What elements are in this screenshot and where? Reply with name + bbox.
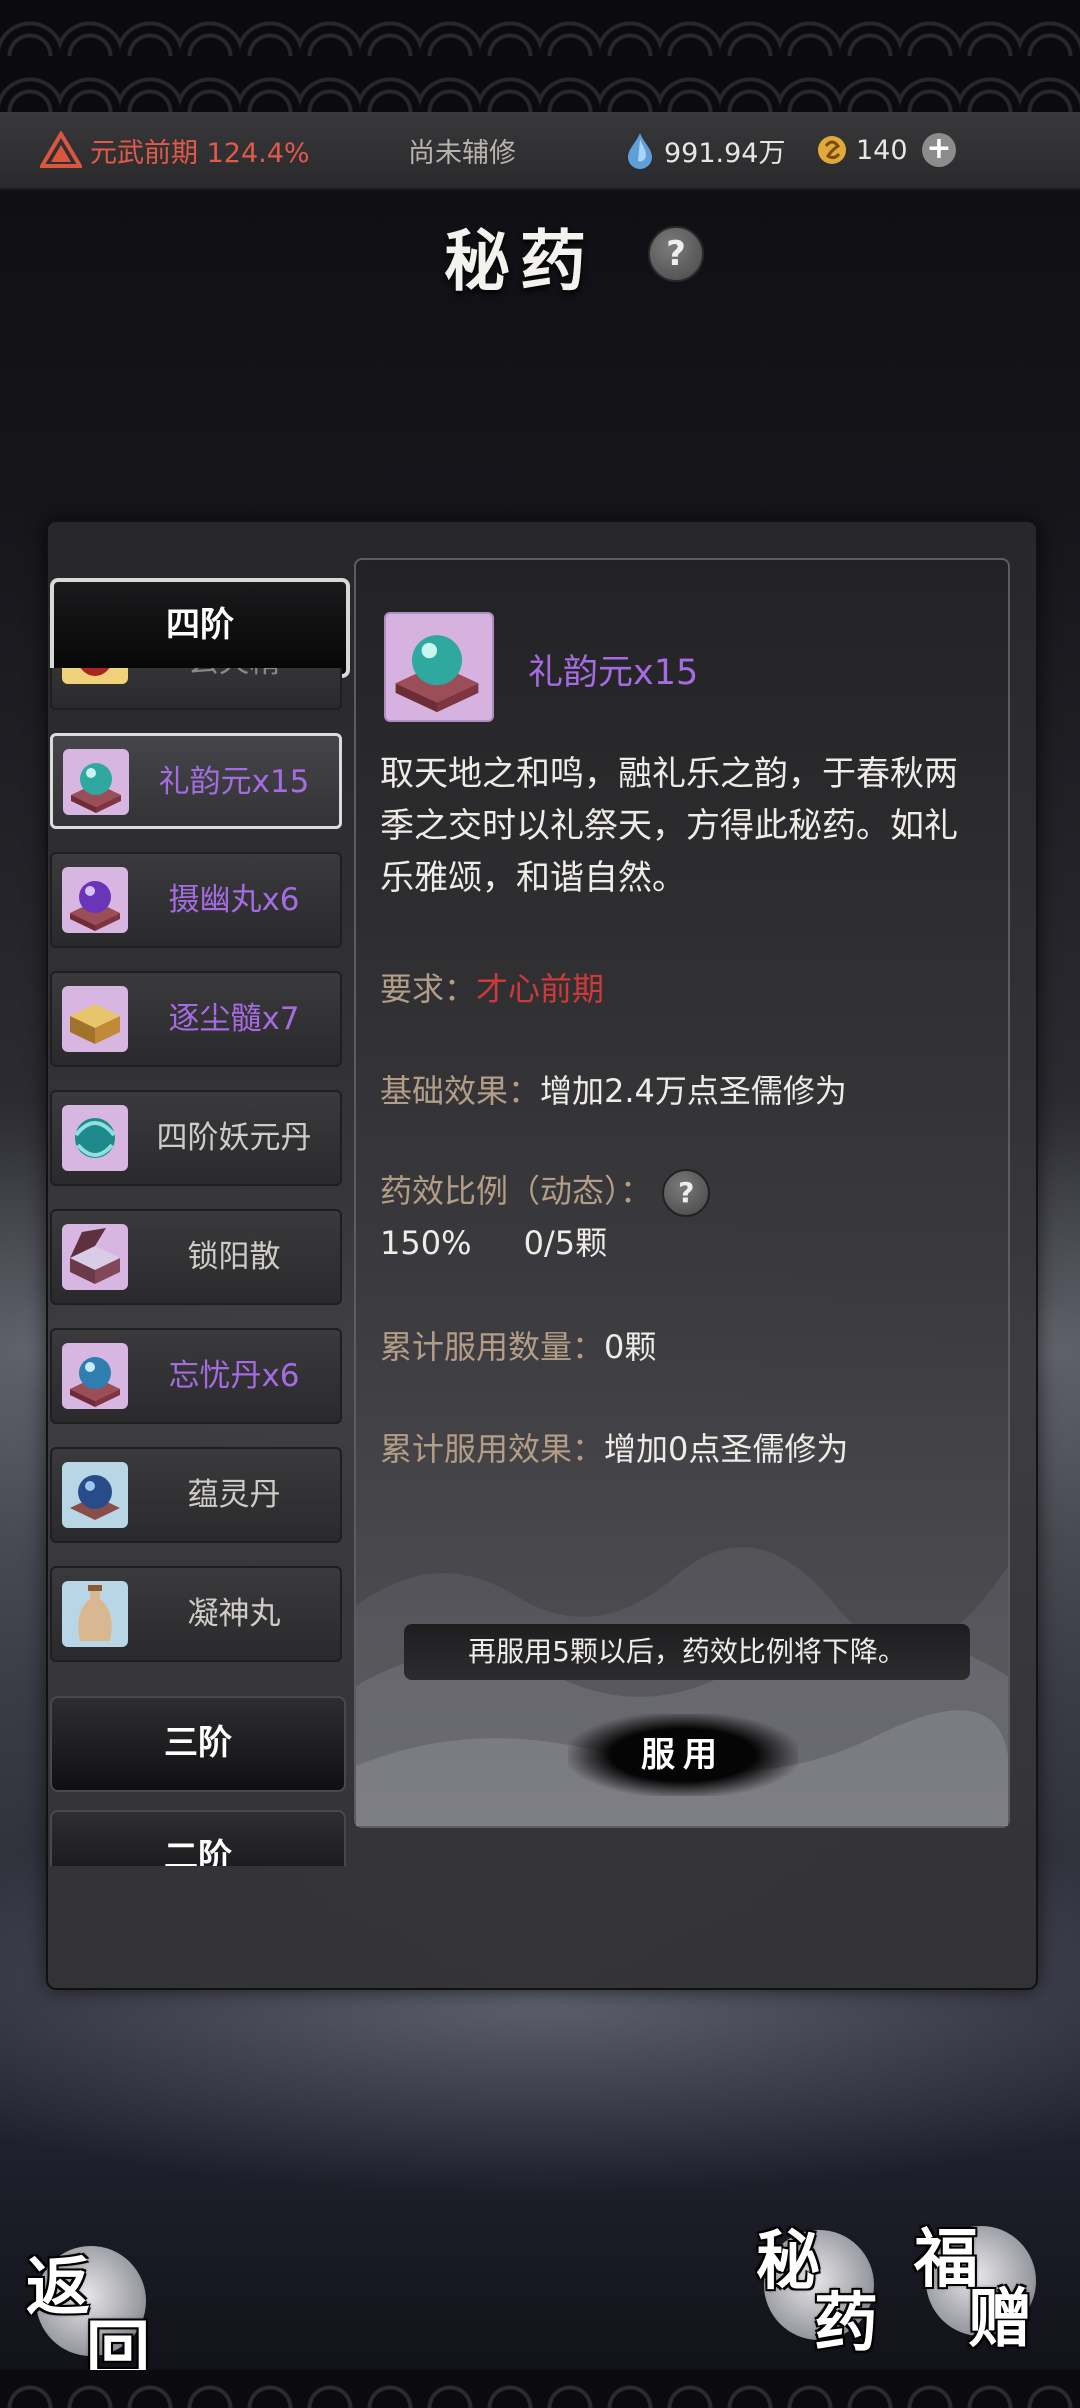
tier-header-4[interactable]: 四阶	[50, 578, 350, 678]
ratio-percent: 150%	[380, 1224, 472, 1262]
help-icon[interactable]: ?	[648, 226, 704, 282]
total-count-value: 0颗	[604, 1328, 657, 1366]
selected-item-icon	[384, 612, 494, 722]
base-effect-label: 基础效果：	[380, 1072, 541, 1110]
swirl-orb-icon	[62, 1105, 128, 1171]
total-effect-value: 增加0点圣儒修为	[604, 1430, 849, 1468]
tier-header-2[interactable]: 二阶	[50, 1810, 346, 1866]
total-effect-label: 累计服用效果：	[380, 1430, 605, 1468]
selected-item-name: 礼韵元x15	[528, 653, 699, 693]
list-item-label: 摄幽丸x6	[168, 882, 300, 918]
list-item-label: 锁阳散	[187, 1239, 281, 1275]
elixir-label-bottom: 药	[814, 2286, 878, 2361]
bottom-decor-band	[0, 2370, 1080, 2408]
total-count-row: 累计服用数量：0颗	[380, 1322, 656, 1368]
ratio-help-icon[interactable]: ?	[662, 1169, 711, 1217]
red-gourd-icon	[62, 668, 128, 684]
add-currency-button[interactable]: +	[922, 133, 956, 167]
base-effect-value: 增加2.4万点圣儒修为	[540, 1072, 847, 1110]
total-count-label: 累计服用数量：	[380, 1328, 605, 1366]
list-item[interactable]: 锁阳散	[50, 1209, 342, 1305]
list-item-label: 四阶妖元丹	[156, 1120, 312, 1156]
tier-header-2-viewport: 二阶	[50, 1810, 346, 1866]
blue-orb-icon	[62, 1462, 128, 1528]
coin-counter: 140	[816, 134, 908, 166]
list-item-label: 礼韵元x15	[158, 764, 310, 800]
list-item[interactable]: 摄幽丸x6	[50, 852, 342, 948]
list-item-selected[interactable]: 礼韵元x15	[50, 733, 342, 829]
spirit-stone-icon	[628, 133, 652, 169]
list-item-label: 蕴灵丹	[187, 1477, 281, 1513]
total-effect-row: 累计服用效果：增加0点圣儒修为	[380, 1424, 848, 1470]
list-item[interactable]: 逐尘髓x7	[50, 971, 342, 1067]
dosage-notice: 再服用5颗以后，药效比例将下降。	[404, 1624, 970, 1680]
open-box-icon	[62, 1224, 128, 1290]
list-item[interactable]: 玄火精	[50, 668, 342, 710]
ratio-row: 药效比例（动态）： ?	[380, 1166, 711, 1217]
teal-orb-icon	[62, 1343, 128, 1409]
assist-status[interactable]: 尚未辅修	[408, 131, 516, 170]
coin-value: 140	[856, 134, 908, 166]
item-list[interactable]: 玄火精 礼韵元x15	[50, 668, 346, 1672]
ratio-values-row: 150% 0/5颗	[380, 1218, 607, 1264]
ratio-label: 药效比例（动态）：	[380, 1172, 653, 1210]
ratio-count: 0/5颗	[523, 1224, 608, 1262]
requirement-label: 要求：	[380, 970, 477, 1008]
status-bar: 元武前期 124.4% 尚未辅修 991.94万 140 +	[0, 112, 1080, 190]
item-description: 取天地之和鸣，融礼乐之韵，于春秋两季之交时以礼祭天，方得此秘药。如礼乐雅颂，和谐…	[380, 754, 958, 898]
list-item-label: 忘忧丹x6	[168, 1358, 300, 1394]
list-item-label: 凝神丸	[187, 1596, 281, 1632]
top-decor-band	[0, 0, 1080, 112]
realm-triangle-icon	[40, 131, 82, 168]
teal-orb-icon	[63, 749, 129, 815]
vase-icon	[62, 1581, 128, 1647]
list-item-label: 玄火精	[134, 668, 334, 682]
requirement-value: 才心前期	[476, 970, 605, 1008]
spirit-stone-value: 991.94万	[664, 137, 786, 169]
list-item-label: 逐尘髓x7	[168, 1001, 300, 1037]
list-item[interactable]: 四阶妖元丹	[50, 1090, 342, 1186]
requirement-row: 要求：才心前期	[380, 964, 604, 1010]
purple-orb-icon	[62, 867, 128, 933]
list-item[interactable]: 忘忧丹x6	[50, 1328, 342, 1424]
take-button[interactable]: 服用	[568, 1714, 798, 1796]
back-label-top: 返	[26, 2250, 90, 2325]
base-effect-row: 基础效果：增加2.4万点圣儒修为	[380, 1066, 847, 1112]
elixir-label-top: 秘	[756, 2224, 820, 2299]
coin-icon	[818, 136, 846, 164]
gift-label-bottom: 赠	[968, 2282, 1032, 2357]
page-title: 秘药	[444, 222, 596, 300]
realm-indicator[interactable]: 元武前期 124.4%	[40, 131, 310, 170]
tier-header-3[interactable]: 三阶	[50, 1696, 346, 1792]
gold-box-icon	[62, 986, 128, 1052]
list-item[interactable]: 凝神丸	[50, 1566, 342, 1662]
list-item[interactable]: 蕴灵丹	[50, 1447, 342, 1543]
detail-panel: 礼韵元x15 取天地之和鸣，融礼乐之韵，于春秋两季之交时以礼祭天，方得此秘药。如…	[354, 558, 1010, 1828]
realm-text: 元武前期 124.4%	[90, 137, 310, 169]
spirit-stone-counter: 991.94万	[626, 131, 785, 170]
